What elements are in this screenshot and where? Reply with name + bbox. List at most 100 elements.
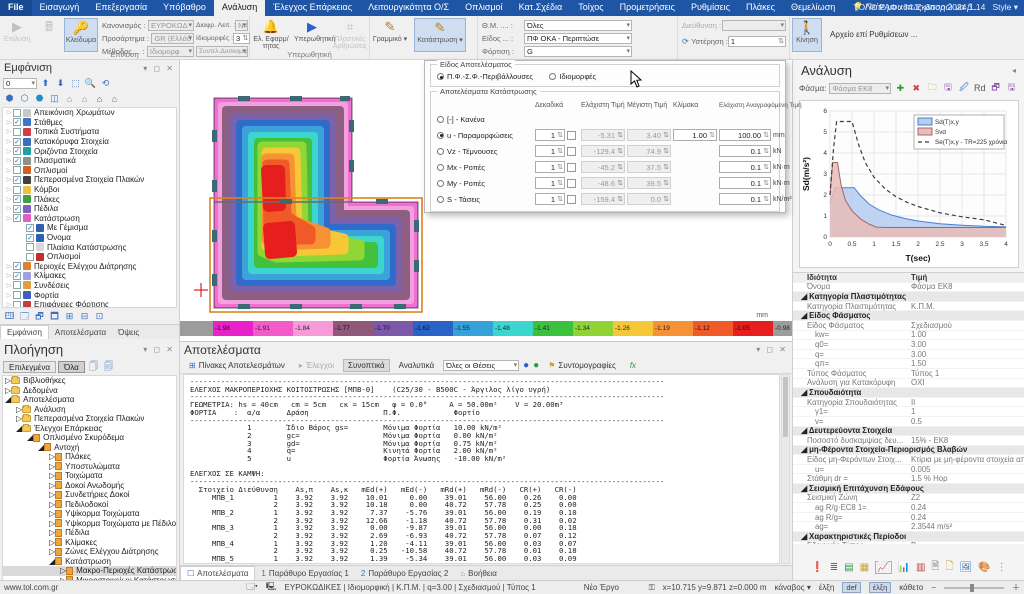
expander-icon[interactable]: ▷ — [5, 186, 13, 193]
visibility-checkbox[interactable] — [13, 272, 21, 280]
snap2-toggle[interactable]: έλξη — [869, 582, 892, 593]
nav-tree-item[interactable]: ▷Βιβλιοθήκες — [3, 376, 176, 386]
display-tree-item[interactable]: ▷Πλασματικά — [3, 156, 176, 166]
property-section[interactable]: ◢ Σεισμική Επιτάχυνση Εδάφους — [793, 484, 1024, 494]
thm-combo[interactable]: Όλες — [524, 20, 632, 31]
nav-tree-item[interactable]: ◢Αντοχή — [3, 443, 176, 453]
property-row[interactable]: γ1=1 — [793, 407, 1024, 417]
add-spectrum-icon[interactable]: ✚ — [894, 83, 907, 94]
page-icon[interactable]: 🗋 — [945, 559, 953, 576]
visibility-checkbox[interactable] — [13, 109, 21, 117]
edit-spectrum-icon[interactable]: 🖉 — [957, 80, 970, 96]
min-shown-field[interactable]: 100.00 — [719, 129, 771, 141]
visibility-checkbox[interactable] — [13, 195, 21, 203]
property-section[interactable]: ◢ μη-Φέροντα Στοιχεία-Περιορισμός Βλαβών — [793, 446, 1024, 456]
detailed-toggle[interactable]: Αναλυτικά — [394, 359, 439, 372]
sphere-blue-icon[interactable]: ● — [523, 360, 529, 371]
review-button[interactable]: 🖩 — [34, 18, 64, 52]
ribbon-tab-10[interactable]: Προμετρήσεις — [612, 0, 683, 16]
result-type-radio[interactable]: Mx - Ροπές — [437, 163, 519, 172]
spectrum-combo[interactable]: Φάσμα ΕΚ8 — [829, 83, 891, 94]
sphere-green-icon[interactable]: ● — [533, 360, 539, 371]
visibility-checkbox[interactable] — [26, 224, 34, 232]
expander-icon[interactable]: ▷ — [5, 119, 13, 126]
limit-checkbox[interactable] — [567, 131, 576, 140]
expander-icon[interactable]: ▷ — [5, 196, 13, 203]
zoom-slider[interactable] — [944, 587, 1004, 589]
expander-icon[interactable]: ▷ — [5, 205, 13, 212]
property-row[interactable]: ag R/g=0.24 — [793, 513, 1024, 523]
style-menu[interactable]: Style — [992, 2, 1011, 12]
collapse-all-icon[interactable]: 🗐 — [102, 361, 115, 373]
kind-combo[interactable]: ΠΦ ΟΚΑ - Περιπτώσε — [524, 33, 632, 44]
display-tab-0[interactable]: Εμφάνιση — [0, 325, 49, 339]
decimals-spin[interactable]: 1 — [535, 161, 565, 173]
results-tab-0[interactable]: ☐Αποτελέσματα — [180, 566, 255, 580]
min-value-field[interactable]: -48.6 — [581, 177, 625, 189]
limit-checkbox[interactable] — [567, 179, 576, 188]
expander-icon[interactable]: ▷ — [5, 301, 13, 308]
ribbon-tab-file[interactable]: File — [0, 0, 32, 16]
property-row[interactable]: Ποσοστό δυσκαμψίας δευ...15% - ΕΚ8 — [793, 436, 1024, 446]
view-left-icon[interactable]: ⌂ — [93, 93, 106, 105]
results-panel-controls[interactable]: ▾ ◻ ✕ — [756, 345, 788, 354]
min-value-field[interactable]: -159.4 — [581, 193, 625, 205]
expand-all-icon[interactable]: 🗍 — [87, 361, 100, 373]
display-tree-item[interactable]: ▷Κλίμακες — [3, 271, 176, 281]
display-tree-item[interactable]: ▷Κατάστρωση — [3, 214, 176, 224]
annex-combo[interactable]: GR (Ελλάδ — [151, 33, 194, 44]
result-type-radio[interactable]: S - Τάσεις — [437, 195, 519, 204]
ribbon-tab-7[interactable]: Οπλισμοί — [457, 0, 510, 16]
nav-tree-item[interactable]: ▷Ανάλυση — [3, 405, 176, 415]
expander-icon[interactable]: ▷ — [5, 167, 13, 174]
delete-spectrum-icon[interactable]: ✖ — [910, 83, 923, 94]
display-tree-item[interactable]: ▷Οριζόντια Στοιχεία — [3, 146, 176, 156]
doc-icon[interactable]: 🗎 — [931, 559, 939, 576]
plastic-hinges-button[interactable]: ⌗Πλαστικές Αρθρώσεις — [332, 18, 368, 52]
selected-filter-button[interactable]: Επιλεγμένα — [3, 361, 56, 373]
tool-icon-6[interactable]: ⊟ — [78, 311, 91, 323]
layout-mode-icon[interactable]: 🗔▾ — [246, 581, 258, 594]
result-type-radio[interactable]: My - Ροπές — [437, 179, 519, 188]
property-row[interactable]: ΌνομαΦάσμα ΕΚ8 — [793, 283, 1024, 293]
level-up-icon[interactable]: ⬆ — [39, 78, 52, 90]
bar-chart-icon[interactable]: 📊 — [898, 562, 910, 573]
visibility-checkbox[interactable] — [13, 138, 21, 146]
limit-checkbox[interactable] — [567, 163, 576, 172]
nav-tree-item[interactable]: ▷Ζώνες Ελέγχου Διάτρησης — [3, 547, 176, 557]
property-row[interactable]: qπ=1.50 — [793, 359, 1024, 369]
property-row[interactable]: Ανάλυση για ΚατακόρυφηΟΧΙ — [793, 379, 1024, 389]
result-type-radio[interactable]: Vz - Τέμνουσες — [437, 147, 519, 156]
min-value-field[interactable]: -129.4 — [581, 145, 625, 157]
view-front-icon[interactable]: ⌂ — [63, 93, 76, 105]
visibility-checkbox[interactable] — [13, 186, 21, 194]
level-down-icon[interactable]: ⬇ — [54, 78, 67, 90]
lock-status-icon[interactable]: ⚿ — [649, 583, 655, 593]
property-row[interactable]: kw=1.00 — [793, 331, 1024, 341]
property-row[interactable]: Κατηγορία ΣπουδαιότηταςΙΙ — [793, 398, 1024, 408]
nav-tree-item[interactable]: ▷Πεδιλοδοκοί — [3, 500, 176, 510]
property-section[interactable]: ◢ Σπουδαιότητα — [793, 388, 1024, 398]
radio-modes[interactable]: Ιδιομορφές — [549, 72, 596, 81]
diaphragm-combo[interactable]: ΝΑΙ — [235, 20, 248, 31]
display-tree-item[interactable]: ▷Πέδιλα — [3, 204, 176, 214]
analysis-panel-controls[interactable]: ◂ — [1012, 66, 1016, 75]
ribbon-tab-11[interactable]: Ρυθμίσεις — [683, 0, 738, 16]
result-type-radio[interactable]: u - Παραμορφώσεις — [437, 131, 519, 140]
display-tree-item[interactable]: ▷Στάθμες — [3, 118, 176, 128]
visibility-checkbox[interactable] — [13, 214, 21, 222]
visibility-checkbox[interactable] — [13, 301, 21, 308]
min-value-field[interactable]: -5.31 — [581, 129, 625, 141]
property-row[interactable]: q0=3.00 — [793, 340, 1024, 350]
property-row[interactable]: Σεισμική ΖώνηΖ2 — [793, 494, 1024, 504]
display-tree-item[interactable]: ▷Οπλισμοί — [3, 166, 176, 176]
expander-icon[interactable]: ▷ — [5, 263, 13, 270]
visibility-checkbox[interactable] — [13, 205, 21, 213]
view-3d-icon[interactable]: ⬢ — [3, 93, 16, 105]
hysteresis-spin[interactable]: 1 — [728, 36, 786, 47]
max-value-field[interactable]: 74.9 — [627, 145, 671, 157]
decimals-spin[interactable]: 1 — [535, 177, 565, 189]
ribbon-tab-2[interactable]: Επεξεργασία — [87, 0, 155, 16]
display-tab-1[interactable]: Αποτελέσματα — [49, 325, 112, 339]
pushover-button[interactable]: ▶Υπερωθητική — [294, 18, 330, 52]
